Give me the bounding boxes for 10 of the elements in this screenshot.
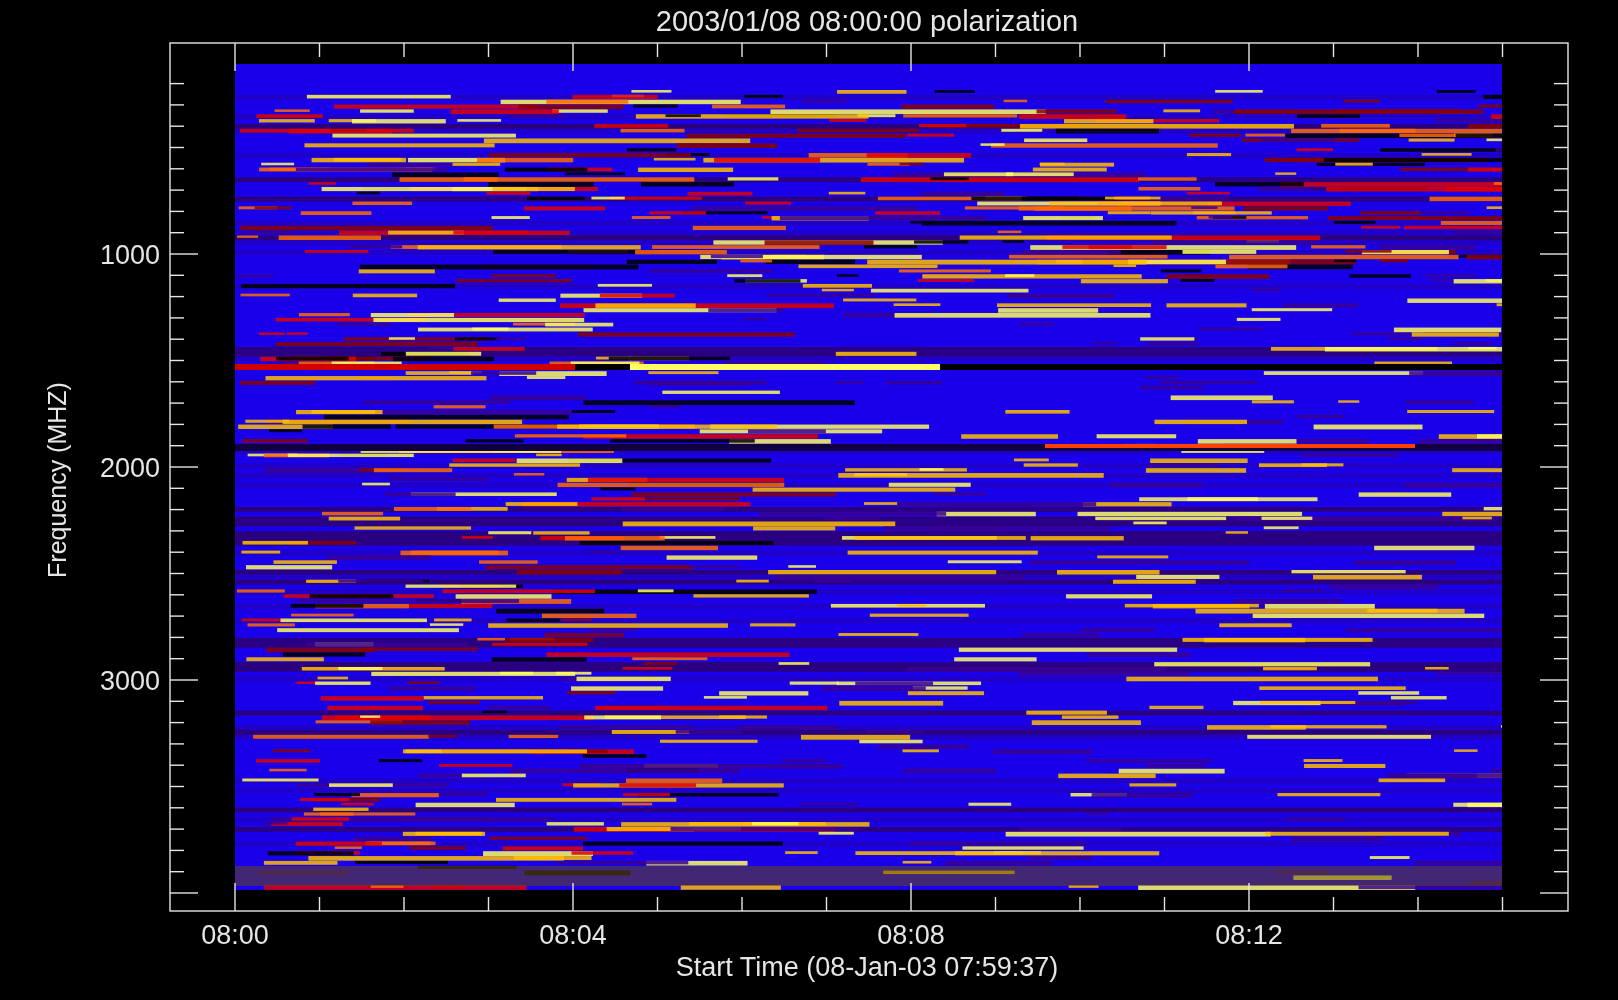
y-axis-title: Frequency (MHZ) (43, 382, 71, 578)
x-tick-label: 08:12 (1215, 920, 1283, 950)
y-tick-label: 3000 (99, 666, 160, 696)
x-tick-label: 08:08 (877, 920, 945, 950)
x-tick-label: 08:04 (539, 920, 607, 950)
plot-title: 2003/01/08 08:00:00 polarization (655, 5, 1079, 37)
y-tick-label: 2000 (99, 453, 160, 483)
x-tick-label: 08:00 (201, 920, 269, 950)
y-tick-label: 1000 (99, 240, 160, 270)
x-axis-title: Start Time (08-Jan-03 07:59:37) (675, 952, 1059, 982)
